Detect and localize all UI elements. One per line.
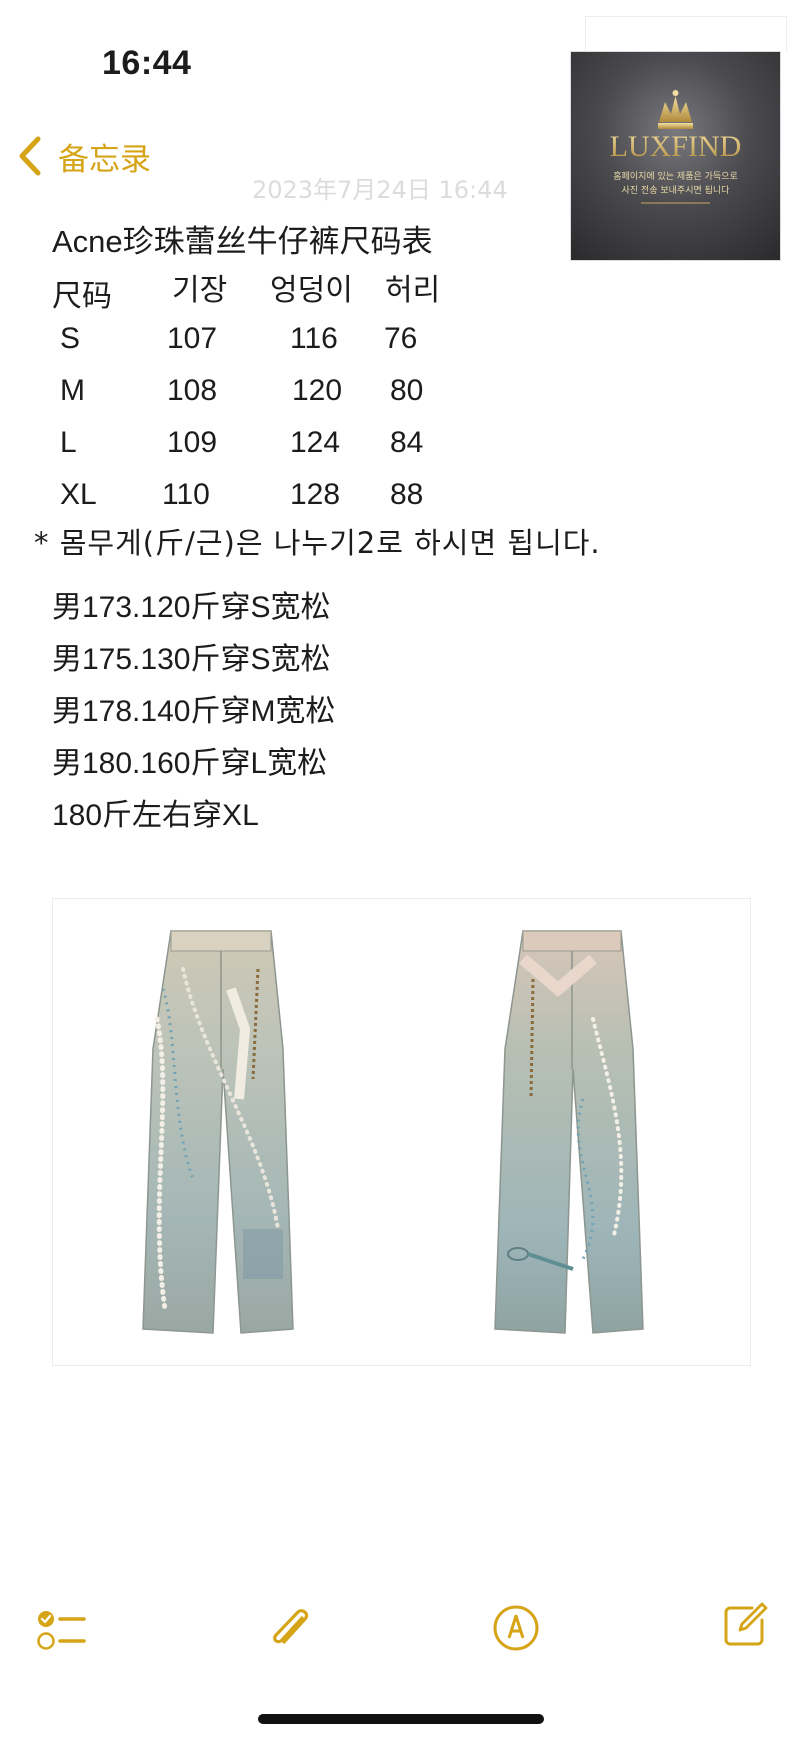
crown-icon — [658, 90, 693, 129]
status-time: 16:44 — [102, 44, 192, 82]
list-item: 男175.130斤穿S宽松 — [52, 643, 331, 676]
waist-cell: 84 — [390, 426, 424, 459]
size-cell: L — [60, 426, 77, 459]
product-image[interactable] — [52, 898, 751, 1366]
length-cell: 107 — [167, 322, 218, 355]
note-title: Acne珍珠蕾丝牛仔裤尺码表 — [52, 224, 433, 259]
weight-conversion-note: * 몸무게(斤/근)은 나누기2로 하시면 됩니다. — [34, 526, 601, 560]
waist-cell: 76 — [384, 322, 418, 355]
compose-icon[interactable] — [722, 1602, 768, 1648]
back-label: 备忘录 — [58, 141, 151, 178]
pen-circle-icon[interactable] — [492, 1604, 540, 1652]
length-cell: 110 — [162, 478, 210, 511]
hip-cell: 128 — [290, 478, 341, 511]
hip-cell: 116 — [290, 322, 338, 355]
header-hip: 엉덩이 — [270, 274, 353, 307]
luxfind-logo-image: LUXFIND 홈페이지에 있는 제품은 가득으로 사진 전송 보내주시면 됩니… — [571, 52, 780, 260]
header-size: 尺码 — [52, 280, 112, 313]
hip-cell: 124 — [290, 426, 341, 459]
home-indicator — [258, 1714, 544, 1724]
logo-brand: LUXFIND — [610, 130, 742, 163]
size-cell: M — [60, 374, 85, 407]
length-cell: 108 — [167, 374, 218, 407]
paperclip-icon[interactable] — [266, 1604, 314, 1654]
checklist-icon[interactable] — [36, 1608, 86, 1652]
logo-tagline-1: 홈페이지에 있는 제품은 가득으로 — [613, 170, 738, 182]
length-cell: 109 — [167, 426, 218, 459]
list-item: 男178.140斤穿M宽松 — [52, 695, 336, 728]
jeans-back-view — [494, 930, 644, 1334]
list-item: 男180.160斤穿L宽松 — [52, 747, 328, 780]
chevron-left-icon — [19, 136, 41, 176]
size-cell: S — [60, 322, 81, 355]
logo-overlay-frame — [585, 16, 787, 51]
back-button[interactable]: 备忘录 — [16, 134, 151, 178]
size-cell: XL — [60, 478, 97, 511]
list-item: 男173.120斤穿S宽松 — [52, 591, 331, 624]
jeans-front-view — [142, 930, 294, 1334]
waist-cell: 80 — [390, 374, 424, 407]
note-date: 2023年7月24日 16:44 — [252, 176, 508, 204]
hip-cell: 120 — [292, 374, 343, 407]
list-item: 180斤左右穿XL — [52, 799, 259, 832]
waist-cell: 88 — [390, 478, 424, 511]
size-table-header: 尺码 기장 엉덩이 허리 — [0, 265, 800, 313]
header-length: 기장 — [172, 274, 228, 307]
logo-tagline-2: 사진 전송 보내주시면 됩니다 — [622, 185, 731, 196]
header-waist: 허리 — [385, 274, 441, 307]
